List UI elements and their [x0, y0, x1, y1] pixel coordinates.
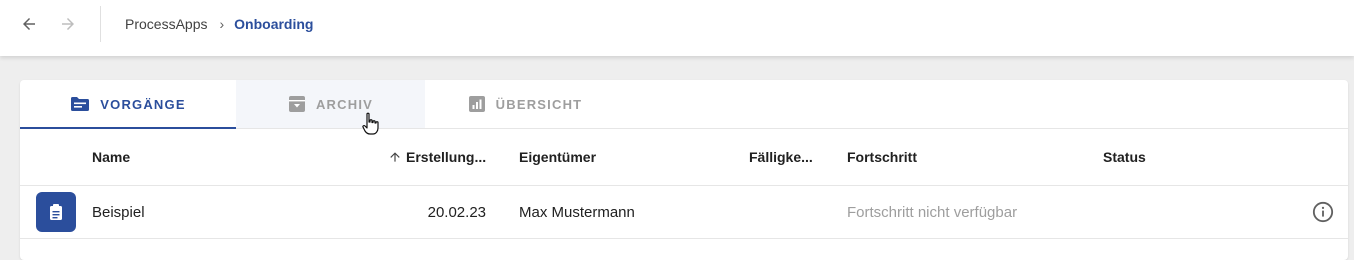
table-row[interactable]: Beispiel 20.02.23 Max Mustermann Fortsch… — [20, 186, 1348, 239]
tab-uebersicht[interactable]: ÜBERSICHT — [425, 80, 625, 128]
row-created: 20.02.23 — [427, 203, 486, 221]
row-name: Beispiel — [92, 203, 145, 221]
back-button[interactable] — [13, 12, 45, 36]
tab-uebersicht-label: ÜBERSICHT — [495, 96, 583, 112]
column-header-created[interactable]: Erstellung... — [388, 129, 486, 185]
hand-cursor-icon — [362, 112, 380, 141]
tab-bar: VORGÄNGE ARCHIV ÜBERSICHT — [20, 80, 1348, 129]
folder-list-icon — [70, 96, 90, 112]
column-header-status[interactable]: Status — [1103, 129, 1146, 185]
column-header-progress[interactable]: Fortschritt — [847, 129, 917, 185]
tab-vorgaenge-label: VORGÄNGE — [100, 96, 186, 112]
clipboard-icon — [36, 192, 76, 232]
toolbar-divider — [100, 6, 101, 42]
arrow-left-icon — [23, 18, 35, 30]
column-header-status-label: Status — [1103, 149, 1146, 165]
breadcrumb-current: Onboarding — [234, 16, 314, 32]
breadcrumb-separator: › — [219, 16, 225, 32]
info-icon — [1312, 201, 1334, 223]
archive-icon — [288, 95, 306, 113]
chart-icon — [468, 95, 486, 113]
top-bar: ProcessApps › Onboarding — [0, 0, 1354, 56]
table-header: Name Erstellung... Eigentümer Fälligke..… — [20, 129, 1348, 186]
breadcrumb-root[interactable]: ProcessApps — [125, 16, 207, 32]
column-header-owner-label: Eigentümer — [519, 149, 597, 165]
row-progress: Fortschritt nicht verfügbar — [847, 203, 1018, 221]
column-header-name-label: Name — [92, 149, 131, 165]
column-header-due[interactable]: Fälligke... — [749, 129, 813, 185]
process-list-card: VORGÄNGE ARCHIV ÜBERSICHT Name Erstellun… — [20, 80, 1348, 260]
tab-archiv-label: ARCHIV — [315, 96, 374, 112]
arrow-right-icon — [62, 18, 74, 30]
row-owner: Max Mustermann — [519, 203, 635, 221]
breadcrumb: ProcessApps › Onboarding — [125, 14, 313, 34]
column-header-name[interactable]: Name — [92, 129, 130, 185]
info-button[interactable] — [1312, 201, 1334, 223]
column-header-created-label: Erstellung... — [406, 149, 487, 165]
column-header-owner[interactable]: Eigentümer — [519, 129, 596, 185]
arrow-up-icon — [390, 152, 400, 162]
forward-button[interactable] — [52, 12, 84, 36]
tab-archiv[interactable]: ARCHIV — [236, 80, 425, 128]
column-header-due-label: Fälligke... — [749, 149, 813, 165]
column-header-progress-label: Fortschritt — [847, 149, 917, 165]
tab-vorgaenge[interactable]: VORGÄNGE — [20, 80, 236, 129]
